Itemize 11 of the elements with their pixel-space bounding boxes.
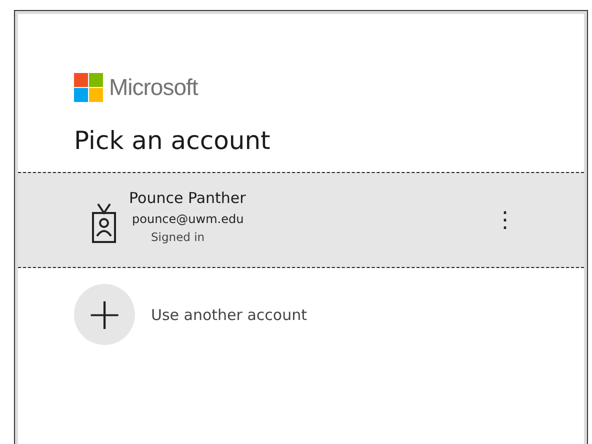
account-item[interactable]: Pounce Panther pounce@uwm.edu Signed in ⋮ [18, 172, 584, 268]
dialog-title: Pick an account [74, 126, 272, 157]
more-options-button[interactable]: ⋮ [488, 208, 522, 232]
brand-name: Microsoft [109, 74, 198, 101]
add-icon: + [74, 284, 135, 345]
account-name: Pounce Panther [129, 188, 246, 206]
use-another-account-item[interactable]: + Use another account [74, 284, 587, 345]
id-badge-icon [91, 202, 117, 244]
account-email: pounce@uwm.edu [132, 212, 245, 226]
account-status: Signed in [151, 230, 206, 244]
microsoft-logo-icon [74, 73, 103, 102]
